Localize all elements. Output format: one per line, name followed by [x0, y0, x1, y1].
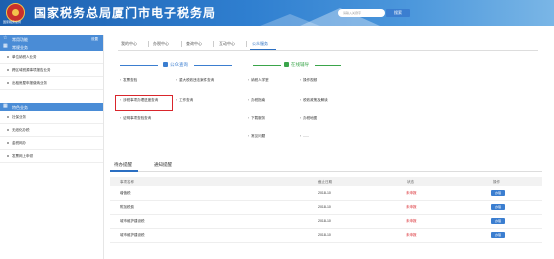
link-more[interactable]: ...... — [300, 134, 309, 138]
link-faq[interactable]: 常见问题 — [248, 134, 265, 139]
link-download[interactable]: 下载服务 — [248, 116, 265, 121]
handle-button[interactable]: 办理 — [491, 204, 505, 210]
tab-todo[interactable]: 待办提醒 — [114, 162, 132, 168]
column-header: 操作 — [493, 179, 500, 184]
table-row: 附加税费 2018-10 未申报 办理 — [110, 201, 542, 215]
bullet-icon — [7, 155, 9, 157]
column-header: 截止日期 — [318, 179, 332, 184]
search-input[interactable]: 请输入关键字 — [338, 9, 385, 17]
table-row: 增值税 2018-10 未申报 办理 — [110, 187, 542, 201]
link-policy[interactable]: 税收政策及解读 — [300, 98, 328, 103]
tab-divider — [110, 171, 542, 172]
link-tax-map[interactable]: 办税地图 — [300, 116, 317, 121]
grid-icon: ▦ — [3, 43, 8, 49]
link-invoice-check[interactable]: 发票查验 — [120, 78, 137, 83]
settings-link[interactable]: 设置 — [91, 37, 98, 42]
link-video[interactable]: 操作视频 — [300, 78, 317, 83]
emblem-caption: 国家税务总局 — [3, 20, 22, 24]
link-major-case[interactable]: 重大税收违法案件查询 — [176, 78, 214, 83]
table-row: 城市维护建设税 2018-10 未申报 办理 — [110, 229, 542, 243]
reminder-panel: 待办提醒 通知提醒 事项名称 截止日期 状态 操作 增值税 2018-10 未申… — [110, 158, 542, 254]
row-name: 附加税费 — [120, 205, 134, 209]
column-header: 状态 — [407, 179, 414, 184]
search-button[interactable]: 搜索 — [386, 9, 410, 17]
tab-notices[interactable]: 通知提醒 — [154, 162, 172, 168]
link-certificate-check[interactable]: 证明事项查验查询 — [120, 116, 151, 121]
row-date: 2018-10 — [318, 233, 331, 237]
link-work-query[interactable]: 工作查询 — [176, 98, 193, 103]
handle-button[interactable]: 办理 — [491, 218, 505, 224]
active-tab-indicator — [250, 49, 276, 50]
site-header: 国家税务总局 国家税务总局厦门市电子税务局 请输入关键字 搜索 — [0, 0, 554, 26]
sidebar-item[interactable]: 发票网上申领 — [0, 150, 103, 163]
sidebar-section-special[interactable]: ▦ 特色业务 — [0, 103, 103, 111]
section-title-tutoring: 在线辅导 — [291, 62, 309, 67]
link-taxpayer-school[interactable]: 纳税人学堂 — [248, 78, 269, 83]
row-date: 2018-10 — [318, 219, 331, 223]
tab-public-service[interactable]: 公众服务 — [252, 41, 268, 47]
row-date: 2018-10 — [318, 191, 331, 195]
sidebar-item[interactable]: 跨区域税源事项报告业务 — [0, 64, 103, 77]
section-divider — [253, 64, 281, 66]
row-status: 未申报 — [406, 205, 417, 209]
tab-divider — [181, 41, 182, 47]
row-status: 未申报 — [406, 219, 417, 223]
tab-divider — [148, 41, 149, 47]
sidebar-item[interactable]: 金税网办 — [0, 137, 103, 150]
tab-my-center[interactable]: 我的中心 — [121, 41, 137, 47]
bullet-icon — [7, 116, 9, 118]
tab-divider — [246, 41, 247, 47]
section-title-query: 公众查询 — [170, 62, 188, 67]
query-icon — [163, 62, 168, 67]
bullet-icon — [7, 69, 9, 71]
link-tax-guide[interactable]: 办税指南 — [248, 98, 265, 103]
active-tab-indicator — [110, 170, 138, 172]
sidebar-item[interactable]: 单位纳税人业务 — [0, 51, 103, 64]
bullet-icon — [7, 56, 9, 58]
column-header: 事项名称 — [120, 179, 134, 184]
handle-button[interactable]: 办理 — [491, 232, 505, 238]
row-status: 未申报 — [406, 233, 417, 237]
sidebar-section-label: 常用功能 — [12, 36, 28, 42]
tab-query-center[interactable]: 查询中心 — [186, 41, 202, 47]
sidebar-item[interactable]: 出租房屋申报缴纳业务 — [0, 77, 103, 90]
grid-icon: ▦ — [3, 103, 8, 109]
handle-button[interactable]: 办理 — [491, 190, 505, 196]
site-title: 国家税务总局厦门市电子税务局 — [34, 6, 217, 20]
sidebar-section-regular[interactable]: ▦ 常规业务 — [0, 43, 103, 51]
bullet-icon — [7, 129, 9, 131]
tutor-icon — [284, 62, 289, 67]
row-status: 未申报 — [406, 191, 417, 195]
sidebar-section-favorites[interactable]: ☆ 常用功能 设置 — [0, 35, 103, 43]
section-divider — [315, 64, 341, 66]
sidebar: ☆ 常用功能 设置 ▦ 常规业务 单位纳税人业务 跨区域税源事项报告业务 出租房… — [0, 35, 104, 259]
tab-divider — [213, 41, 214, 47]
row-name: 城市维护建设税 — [120, 219, 145, 223]
top-nav: 我的中心 办税中心 查询中心 互动中心 公众服务 — [118, 38, 538, 51]
tab-interactive-center[interactable]: 互动中心 — [219, 41, 235, 47]
row-name: 城市维护建设税 — [120, 233, 145, 237]
table-row: 城市维护建设税 2018-10 未申报 办理 — [110, 215, 542, 229]
table-header: 事项名称 截止日期 状态 操作 — [110, 177, 542, 186]
highlight-box — [115, 95, 173, 111]
sidebar-section-label: 常规业务 — [12, 44, 28, 50]
sidebar-item[interactable]: 社保业务 — [0, 111, 103, 124]
bullet-icon — [7, 82, 9, 84]
star-icon: ☆ — [3, 35, 8, 41]
section-divider — [120, 64, 158, 66]
bullet-icon — [7, 142, 9, 144]
sidebar-section-label: 特色业务 — [12, 104, 28, 110]
row-date: 2018-10 — [318, 205, 331, 209]
tab-tax-center[interactable]: 办税中心 — [153, 41, 169, 47]
sidebar-item[interactable]: 无纸化办税 — [0, 124, 103, 137]
row-name: 增值税 — [120, 191, 131, 195]
section-divider — [194, 64, 232, 66]
